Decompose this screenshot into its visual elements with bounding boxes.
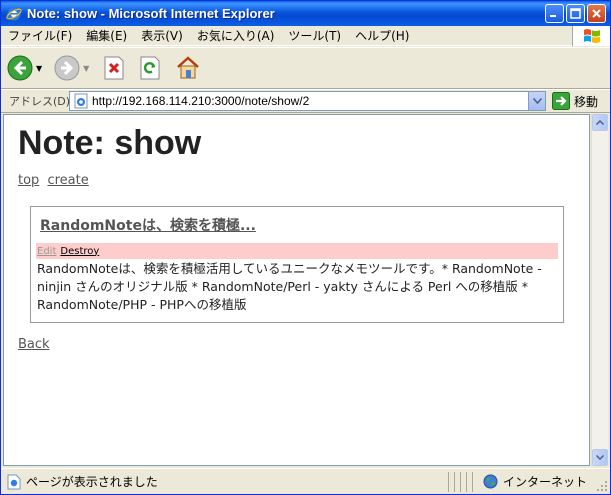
- address-bar: アドレス(D) http://192.168.114.210:3000/note…: [1, 89, 610, 113]
- refresh-icon: [140, 56, 160, 80]
- scroll-up-icon: [596, 120, 604, 125]
- forward-button[interactable]: ▼: [54, 55, 89, 81]
- page-content: Note: show top create RandomNoteは、検索を積極.…: [4, 115, 589, 360]
- menu-view[interactable]: 表示(V): [134, 27, 190, 44]
- menu-tools[interactable]: ツール(T): [281, 27, 348, 44]
- zone-text: インターネット: [503, 475, 588, 489]
- window-title: Note: show - Microsoft Internet Explorer: [27, 6, 275, 21]
- close-button[interactable]: [587, 4, 606, 23]
- status-message: ページが表示されました: [1, 471, 449, 492]
- status-bar: ページが表示されました インターネット: [1, 468, 610, 494]
- page-done-icon: [7, 474, 21, 489]
- address-label: アドレス(D): [9, 95, 71, 108]
- page-title: Note: show: [18, 124, 202, 162]
- note-body: RandomNoteは、検索を積極活用しているユニークなメモツールです。* Ra…: [37, 261, 542, 312]
- note-title-link[interactable]: RandomNoteは、検索を積極...: [40, 215, 558, 235]
- ie-page-icon: [74, 93, 88, 109]
- nav-links: top create: [18, 173, 575, 188]
- windows-flag-icon: [583, 29, 600, 44]
- maximize-button[interactable]: [566, 4, 585, 23]
- title-bar[interactable]: Note: show - Microsoft Internet Explorer: [1, 1, 610, 26]
- top-link[interactable]: top: [18, 173, 39, 188]
- address-dropdown-button[interactable]: [528, 92, 545, 110]
- edit-link[interactable]: Edit: [37, 246, 56, 257]
- vertical-scrollbar[interactable]: [591, 114, 608, 466]
- menu-help[interactable]: ヘルプ(H): [348, 27, 416, 44]
- menu-edit[interactable]: 編集(E): [79, 27, 134, 44]
- home-icon: [177, 56, 200, 79]
- go-label: 移動: [574, 94, 599, 109]
- back-button[interactable]: ▼: [7, 55, 42, 81]
- maximize-icon: [570, 8, 581, 19]
- windows-logo: [572, 26, 610, 46]
- toolbar: ▼ ▼: [1, 47, 610, 89]
- create-link[interactable]: create: [47, 173, 88, 188]
- menu-favorites[interactable]: お気に入り(A): [190, 27, 282, 44]
- forward-arrow-icon: [54, 55, 80, 81]
- chevron-down-icon: [532, 98, 542, 104]
- note-box: RandomNoteは、検索を積極... Edit Destroy Random…: [30, 206, 564, 323]
- security-zone: インターネット: [473, 472, 587, 492]
- destroy-link[interactable]: Destroy: [60, 246, 99, 257]
- menu-file[interactable]: ファイル(F): [1, 27, 79, 44]
- stop-button[interactable]: [103, 56, 125, 80]
- globe-icon: [483, 474, 498, 489]
- scroll-down-button[interactable]: [592, 449, 608, 466]
- status-text: ページが表示されました: [26, 475, 158, 489]
- resize-grip-icon[interactable]: [596, 480, 608, 492]
- ie-icon: [6, 7, 22, 20]
- back-dropdown-icon[interactable]: ▼: [36, 64, 42, 73]
- minimize-button[interactable]: [545, 4, 564, 23]
- go-button[interactable]: 移動: [552, 92, 598, 110]
- browser-window: Note: show - Microsoft Internet Explorer…: [0, 0, 611, 495]
- menu-bar: ファイル(F) 編集(E) 表示(V) お気に入り(A) ツール(T) ヘルプ(…: [1, 26, 610, 46]
- back-link[interactable]: Back: [18, 337, 50, 352]
- address-field[interactable]: http://192.168.114.210:3000/note/show/2: [69, 91, 546, 111]
- scroll-up-button[interactable]: [592, 114, 608, 131]
- minimize-icon: [550, 15, 556, 17]
- address-url[interactable]: http://192.168.114.210:3000/note/show/2: [92, 94, 309, 108]
- close-icon: [592, 9, 601, 18]
- home-button[interactable]: [175, 56, 201, 80]
- back-arrow-icon: [7, 55, 33, 81]
- stop-icon: [104, 56, 124, 80]
- scroll-down-icon: [596, 455, 604, 460]
- page-viewport: Note: show top create RandomNoteは、検索を積極.…: [3, 114, 590, 466]
- go-arrow-icon: [552, 92, 570, 110]
- forward-dropdown-icon[interactable]: ▼: [83, 64, 89, 73]
- refresh-button[interactable]: [139, 56, 161, 80]
- note-actions-bar: Edit Destroy: [36, 243, 558, 259]
